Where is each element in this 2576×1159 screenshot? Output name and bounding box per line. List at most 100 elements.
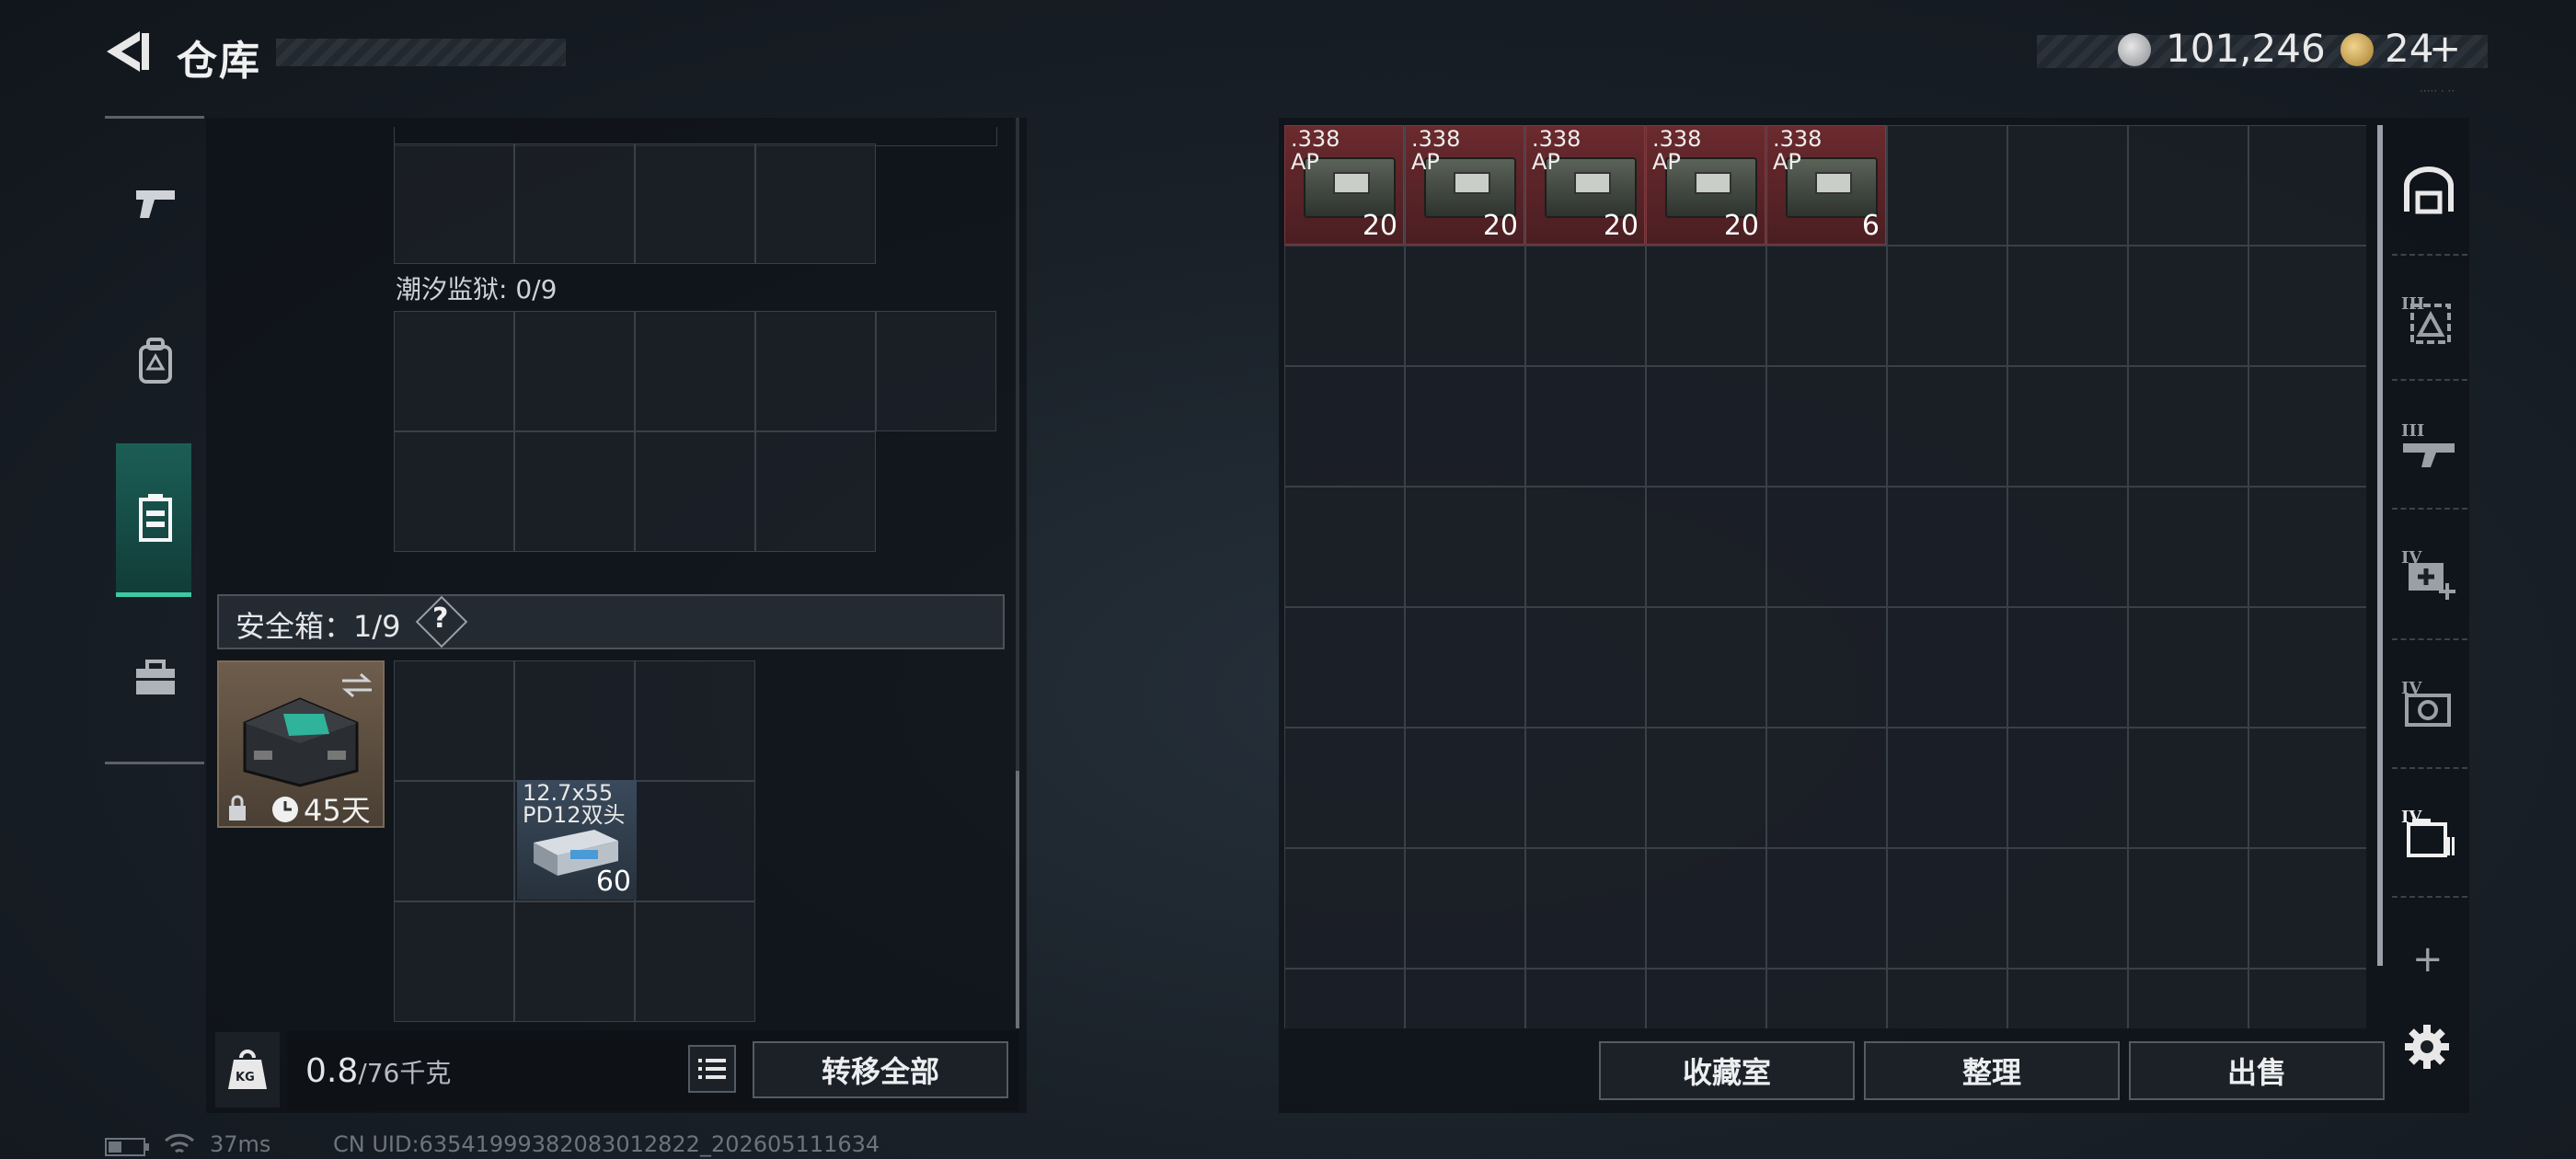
grid-cell[interactable] [2128,969,2248,1028]
grid-cell[interactable] [1646,607,1766,728]
grid-cell[interactable] [2128,607,2248,728]
grid-cell[interactable] [2128,246,2248,366]
grid-cell[interactable] [2128,848,2248,969]
grid-cell[interactable] [2007,728,2128,848]
grid-cell[interactable] [1284,969,1405,1028]
grid-cell[interactable] [635,660,755,781]
grid-cell[interactable] [2128,366,2248,487]
grid-cell[interactable] [1887,607,2007,728]
swap-icon[interactable] [340,671,374,699]
grid-cell[interactable] [514,143,635,264]
grid-cell[interactable] [2248,366,2366,487]
tab-gear[interactable]: IV [2396,671,2462,738]
grid-cell[interactable] [1284,728,1405,848]
grid-cell[interactable] [1766,848,1887,969]
grid-cell[interactable] [1887,246,2007,366]
ammo-item-338-ap[interactable]: .338 AP 6 [1766,125,1886,245]
ammo-item-338-ap[interactable]: .338 AP 20 [1525,125,1645,245]
grid-cell[interactable] [1525,728,1646,848]
left-scrollbar-thumb[interactable] [1016,771,1019,1028]
grid-cell[interactable] [755,143,876,264]
ammo-item-338-ap[interactable]: .338 AP 20 [1284,125,1404,245]
grid-cell[interactable] [2007,366,2128,487]
grid-cell[interactable] [394,781,514,901]
grid-cell[interactable] [1766,969,1887,1028]
collection-room-button[interactable]: 收藏室 [1599,1041,1855,1100]
grid-cell[interactable] [1525,487,1646,607]
tab-container[interactable]: IV [2396,800,2462,866]
ammo-item-338-ap[interactable]: .338 AP 20 [1646,125,1765,245]
grid-cell[interactable] [2248,848,2366,969]
sidebar-item-weapons[interactable] [120,167,191,239]
back-arrow-icon[interactable] [103,28,151,75]
grid-cell[interactable] [2007,125,2128,246]
grid-cell[interactable] [1405,246,1525,366]
grid-cell[interactable] [755,311,876,431]
grid-cell[interactable] [394,901,514,1022]
grid-cell[interactable] [1405,848,1525,969]
sidebar-item-backpack[interactable] [120,326,191,397]
grid-cell[interactable] [2128,728,2248,848]
grid-cell[interactable] [1405,487,1525,607]
safebox-item[interactable]: 45天 [217,660,385,828]
grid-cell[interactable] [2007,246,2128,366]
grid-cell[interactable] [2007,487,2128,607]
grid-cell[interactable] [1405,969,1525,1028]
tab-medkit[interactable]: IV [2396,541,2462,607]
grid-cell[interactable] [1887,728,2007,848]
grid-cell[interactable] [1887,125,2007,246]
grid-cell[interactable] [1766,366,1887,487]
grid-cell[interactable] [2128,125,2248,246]
grid-cell[interactable] [1646,246,1766,366]
grid-cell[interactable] [1646,969,1766,1028]
grid-cell[interactable] [2248,246,2366,366]
sell-button[interactable]: 出售 [2129,1041,2385,1100]
grid-cell[interactable] [1646,728,1766,848]
grid-cell[interactable] [1284,487,1405,607]
add-currency-button[interactable]: + [2429,26,2461,71]
grid-cell[interactable] [1887,487,2007,607]
grid-cell[interactable] [635,143,755,264]
grid-cell[interactable] [514,901,635,1022]
grid-cell[interactable] [2248,125,2366,246]
transfer-all-button[interactable]: 转移全部 [753,1041,1008,1098]
grid-cell[interactable] [1525,366,1646,487]
grid-cell[interactable] [1284,246,1405,366]
grid-cell[interactable] [635,431,755,552]
grid-cell[interactable] [1525,607,1646,728]
grid-cell[interactable] [2248,607,2366,728]
grid-cell[interactable] [394,311,514,431]
list-view-button[interactable] [688,1045,736,1093]
grid-cell[interactable] [394,660,514,781]
grid-cell[interactable] [1405,366,1525,487]
grid-cell[interactable] [2128,487,2248,607]
organize-button[interactable]: 整理 [1864,1041,2120,1100]
grid-cell[interactable] [514,431,635,552]
tab-armor[interactable]: III [2396,412,2462,478]
grid-cell[interactable] [1646,366,1766,487]
grid-cell[interactable] [1887,848,2007,969]
grid-cell[interactable] [2248,728,2366,848]
grid-cell[interactable] [2248,487,2366,607]
add-tab-button[interactable]: + [2412,938,2444,981]
grid-cell[interactable] [2007,607,2128,728]
right-scrollbar[interactable] [2377,125,2383,966]
grid-cell[interactable] [1284,848,1405,969]
grid-cell[interactable] [1405,728,1525,848]
grid-cell[interactable] [635,781,755,901]
grid-cell[interactable] [635,901,755,1022]
tab-vault[interactable] [2396,158,2462,224]
grid-cell[interactable] [1284,607,1405,728]
grid-cell[interactable] [876,311,996,431]
settings-gear-icon[interactable] [2403,1023,2451,1071]
tab-helmet[interactable]: III [2396,287,2462,353]
ammo-item-12-7x55[interactable]: 12.7x55 PD12双头 60 [517,780,637,900]
grid-cell[interactable] [514,311,635,431]
grid-cell[interactable] [755,431,876,552]
sidebar-item-containers[interactable] [120,482,191,554]
grid-cell[interactable] [1405,607,1525,728]
grid-cell[interactable] [1525,246,1646,366]
grid-cell[interactable] [1766,728,1887,848]
grid-cell[interactable] [394,431,514,552]
grid-cell[interactable] [1646,487,1766,607]
